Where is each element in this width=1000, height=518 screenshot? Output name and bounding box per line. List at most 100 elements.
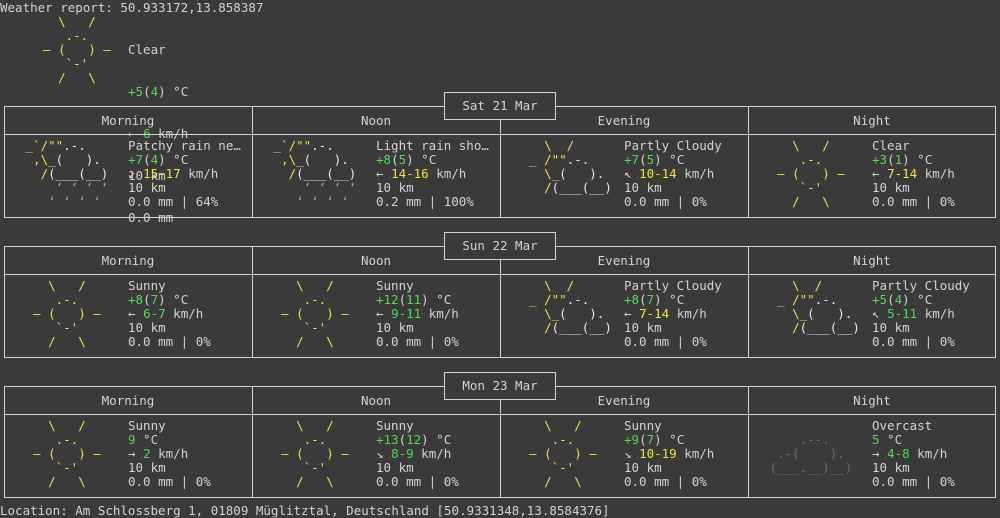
time-of-day-label: Evening [597, 113, 651, 128]
current-conditions: \ / .-. ― ( ) ― `-' / \ Clear +5(4) °C ←… [0, 14, 300, 225]
sunny-icon: \ / .-. ― ( ) ― `-' / \ [18, 418, 116, 489]
time-of-day-label: Noon [360, 393, 392, 408]
patchy-rain-icon: _`/"".-. ,\_( ). /(___(__) ‘ ‘ ‘ ‘ ‘ ‘ ‘… [18, 138, 116, 209]
forecast-cell: \ / _ /"".-. \_( ). /(___(__) Partly Clo… [748, 279, 996, 355]
temperature: 5 °C [872, 432, 903, 447]
condition-text: Light rain sho… [376, 139, 489, 153]
current-condition: Clear [128, 42, 166, 57]
temperature: +9(7) °C [624, 432, 685, 447]
condition-text: Partly Cloudy [624, 139, 722, 153]
visibility: 10 km [624, 460, 662, 475]
time-of-day-label: Noon [360, 113, 392, 128]
wind: ↘ 8-9 km/h [376, 446, 452, 461]
forecast-day: Sat 21 Mar Morning Noon Evening Night _`/"".… [4, 92, 996, 218]
forecast-cell: _`/"".-. ,\_( ). /(___(__) ‘ ‘ ‘ ‘ ‘ ‘ ‘… [252, 139, 500, 215]
temperature: +13(12) °C [376, 432, 452, 447]
forecast-cell: \ / .-. ― ( ) ― `-' / \ Clear +3(1) °C ← 7… [748, 139, 996, 215]
sunny-icon: \ / .-. ― ( ) ― `-' / \ [762, 138, 860, 209]
visibility: 10 km [128, 180, 166, 195]
wind: ↘ 10-19 km/h [624, 446, 715, 461]
precipitation: 0.2 mm | 100% [376, 194, 474, 209]
precipitation: 0.0 mm | 0% [872, 474, 955, 489]
precipitation: 0.0 mm | 0% [624, 194, 707, 209]
wind: → 4-8 km/h [872, 446, 948, 461]
forecast-cell: _`/"".-. ,\_( ). /(___(__) ‘ ‘ ‘ ‘ ‘ ‘ ‘… [4, 139, 252, 215]
wind-direction-icon: ← [872, 166, 880, 181]
wind: ↙ 15-17 km/h [128, 166, 219, 181]
wind-direction-icon: ↘ [376, 446, 384, 461]
forecast-day: Mon 23 Mar Morning Noon Evening Night \ / .-… [4, 372, 996, 498]
forecast-cell: .--. .-( ). (___.__)__) Overcast 5 °C → 4-… [748, 419, 996, 495]
wind-direction-icon: ← [624, 306, 632, 321]
visibility: 10 km [872, 460, 910, 475]
condition-text: Sunny [376, 279, 414, 293]
precipitation: 0.0 mm | 0% [624, 474, 707, 489]
precipitation: 0.0 mm | 0% [624, 334, 707, 349]
partly-cloudy-icon: \ / _ /"".-. \_( ). /(___(__) [762, 278, 868, 335]
visibility: 10 km [376, 180, 414, 195]
precipitation: 0.0 mm | 0% [128, 334, 211, 349]
wind-direction-icon: ↙ [128, 166, 136, 181]
wind: ← 6-7 km/h [128, 306, 204, 321]
condition-text: Partly Cloudy [624, 279, 722, 293]
location-footer: Location: Am Schlossberg 1, 01809 Müglit… [0, 503, 610, 518]
wind: ↖ 5-11 km/h [872, 306, 955, 321]
partly-cloudy-icon: \ / _ /"".-. \_( ). /(___(__) [514, 278, 620, 335]
temperature: +8(7) °C [128, 292, 189, 307]
wind-direction-icon: ← [376, 166, 384, 181]
wind: ← 9-11 km/h [376, 306, 459, 321]
wind: ↖ 10-14 km/h [624, 166, 715, 181]
sunny-icon: \ / .-. ― ( ) ― `-' / \ [266, 418, 364, 489]
visibility: 10 km [872, 180, 910, 195]
condition-text: Partly Cloudy [872, 279, 970, 293]
temperature: +12(11) °C [376, 292, 452, 307]
condition-text: Sunny [376, 419, 414, 433]
temperature: +8(5) °C [376, 152, 437, 167]
condition-text: Sunny [624, 419, 662, 433]
condition-text: Overcast [872, 419, 933, 433]
wind-direction-icon: ↘ [624, 446, 632, 461]
sunny-icon: \ / .-. ― ( ) ― `-' / \ [266, 278, 364, 349]
wind: → 2 km/h [128, 446, 189, 461]
forecast-cell: \ / _ /"".-. \_( ). /(___(__) Partly Clo… [500, 279, 748, 355]
visibility: 10 km [872, 320, 910, 335]
wind-direction-icon: ← [128, 306, 136, 321]
temperature: +7(4) °C [128, 152, 189, 167]
forecast-cell: \ / .-. ― ( ) ― `-' / \ Sunny 9 °C → 2 km/… [4, 419, 252, 495]
time-of-day-label: Morning [101, 113, 155, 128]
time-of-day-label: Noon [360, 253, 392, 268]
time-of-day-label: Night [853, 113, 891, 128]
current-weather-icon: \ / .-. ― ( ) ― `-' / \ [28, 14, 126, 85]
time-of-day-label: Evening [597, 393, 651, 408]
condition-text: Clear [872, 139, 910, 153]
time-of-day-label: Night [853, 253, 891, 268]
temperature: +8(7) °C [624, 292, 685, 307]
condition-text: Sunny [128, 419, 166, 433]
report-header: Weather report: 50.933172,13.858387 [0, 0, 264, 15]
visibility: 10 km [376, 460, 414, 475]
forecast-cell: \ / .-. ― ( ) ― `-' / \ Sunny +9(7) °C ↘ 1… [500, 419, 748, 495]
visibility: 10 km [376, 320, 414, 335]
time-of-day-label: Night [853, 393, 891, 408]
precipitation: 0.0 mm | 0% [872, 334, 955, 349]
forecast-day: Sun 22 Mar Morning Noon Evening Night \ / .-… [4, 232, 996, 358]
wind: ← 7-14 km/h [872, 166, 955, 181]
precipitation: 0.0 mm | 0% [376, 334, 459, 349]
precipitation: 0.0 mm | 0% [872, 194, 955, 209]
time-of-day-label: Evening [597, 253, 651, 268]
precipitation: 0.0 mm | 64% [128, 194, 219, 209]
overcast-icon: .--. .-( ). (___.__)__) [762, 432, 860, 475]
visibility: 10 km [624, 320, 662, 335]
time-of-day-label: Morning [101, 253, 155, 268]
wind: ← 14-16 km/h [376, 166, 467, 181]
visibility: 10 km [128, 460, 166, 475]
temperature: +3(1) °C [872, 152, 933, 167]
temperature: +5(4) °C [872, 292, 933, 307]
precipitation: 0.0 mm | 0% [128, 474, 211, 489]
forecast-cell: \ / _ /"".-. \_( ). /(___(__) Partly Clo… [500, 139, 748, 215]
visibility: 10 km [128, 320, 166, 335]
wind-direction-icon: → [128, 446, 136, 461]
forecast-cell: \ / .-. ― ( ) ― `-' / \ Sunny +12(11) °C ←… [252, 279, 500, 355]
wind-direction-icon: ← [376, 306, 384, 321]
condition-text: Sunny [128, 279, 166, 293]
